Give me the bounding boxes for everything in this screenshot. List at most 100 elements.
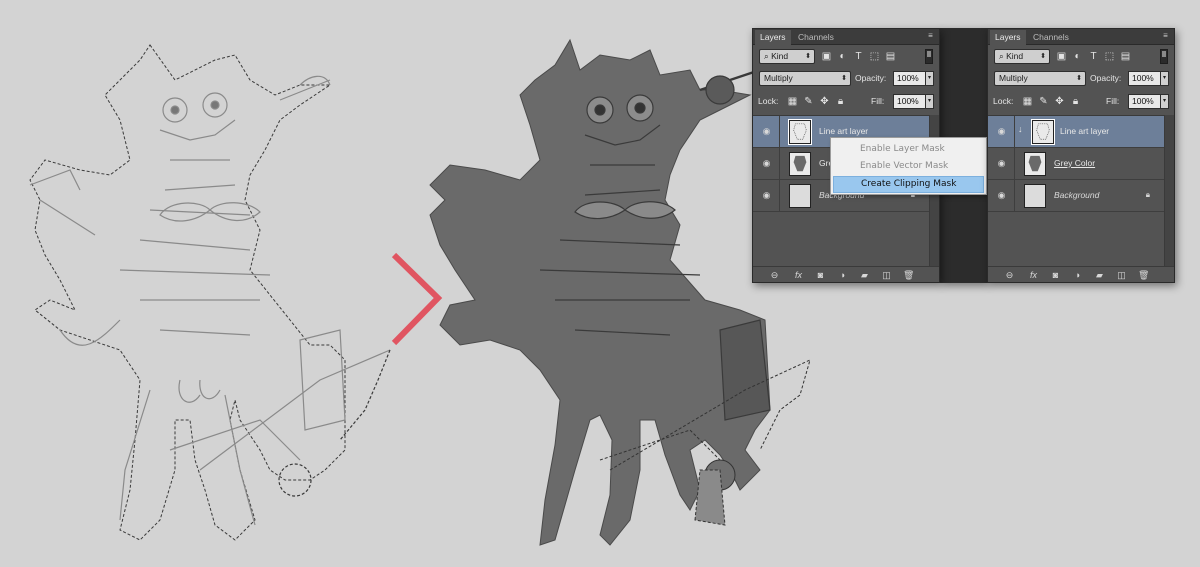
adjustment-layer-icon[interactable]: ◑ xyxy=(1072,270,1083,280)
new-layer-icon[interactable]: ◫ xyxy=(1116,270,1127,280)
image-filter-icon[interactable]: ▣ xyxy=(821,51,832,62)
filter-toggle[interactable] xyxy=(925,49,933,64)
panel-menu-icon[interactable]: ≡ xyxy=(926,32,935,40)
fill-field[interactable]: 100% xyxy=(1128,94,1161,109)
fill-dropdown-icon[interactable]: ▾ xyxy=(1160,94,1169,109)
shape-filter-icon[interactable]: ⬚ xyxy=(869,51,880,62)
layers-scrollbar[interactable] xyxy=(1164,115,1174,267)
lock-icon: 🔒︎ xyxy=(1145,190,1150,199)
layer-name: Grey Color xyxy=(1054,158,1096,168)
link-layers-icon[interactable]: ⊖ xyxy=(769,270,780,280)
panel-tabbar: Layers Channels ≡ xyxy=(988,29,1174,45)
blend-row: Multiply ⬍ Opacity: 100% ▾ xyxy=(753,71,939,87)
menu-item-create-clipping-mask[interactable]: Create Clipping Mask xyxy=(833,176,984,193)
lock-image-icon[interactable]: ✎ xyxy=(1038,96,1049,107)
fill-label: Fill: xyxy=(871,96,885,106)
layer-context-menu: Enable Layer Mask Enable Vector Mask Cre… xyxy=(830,137,987,195)
sketch-figure xyxy=(29,44,391,541)
opacity-field[interactable]: 100% xyxy=(1128,71,1161,86)
filter-kind-label: Kind xyxy=(1006,51,1024,61)
fx-icon[interactable]: fx xyxy=(1028,270,1039,280)
layer-thumbnail xyxy=(789,152,811,176)
tab-layers[interactable]: Layers xyxy=(755,30,791,45)
lock-transparent-icon[interactable]: ▦ xyxy=(787,96,798,107)
shape-filter-icon[interactable]: ⬚ xyxy=(1104,51,1115,62)
layer-name: Line art layer xyxy=(819,126,869,136)
opacity-dropdown-icon[interactable]: ▾ xyxy=(925,71,934,86)
clipping-arrow-icon: ↓ xyxy=(1018,124,1023,134)
blend-mode-select[interactable]: Multiply ⬍ xyxy=(994,71,1086,86)
type-filter-icon[interactable]: T xyxy=(853,51,864,62)
lock-row: Lock: ▦ ✎ ✥ 🔒︎ Fill: 100% ▾ xyxy=(753,94,939,110)
adjustment-filter-icon[interactable]: ◐ xyxy=(1072,51,1083,62)
adjustment-layer-icon[interactable]: ◑ xyxy=(837,270,848,280)
opacity-field[interactable]: 100% xyxy=(893,71,926,86)
layer-row-grey-color[interactable]: ◉ Grey Color xyxy=(988,148,1164,180)
layers-panel-after: Layers Channels ≡ ⌕ Kind ⬍ ▣ ◐ T ⬚ ▤ Mul… xyxy=(987,28,1175,283)
link-layers-icon[interactable]: ⊖ xyxy=(1004,270,1015,280)
visibility-eye-icon[interactable]: ◉ xyxy=(761,159,772,168)
tab-layers[interactable]: Layers xyxy=(990,30,1026,45)
panel-menu-icon[interactable]: ≡ xyxy=(1161,32,1170,40)
filter-kind-select[interactable]: ⌕ Kind ⬍ xyxy=(994,49,1050,64)
blend-row: Multiply ⬍ Opacity: 100% ▾ xyxy=(988,71,1174,87)
divider xyxy=(1014,148,1015,179)
chevron-updown-icon: ⬍ xyxy=(1040,53,1046,60)
new-layer-icon[interactable]: ◫ xyxy=(881,270,892,280)
layer-thumbnail xyxy=(788,119,812,145)
lock-row: Lock: ▦ ✎ ✥ 🔒︎ Fill: 100% ▾ xyxy=(988,94,1174,110)
filter-row: ⌕ Kind ⬍ ▣ ◐ T ⬚ ▤ xyxy=(753,49,939,65)
fill-field[interactable]: 100% xyxy=(893,94,926,109)
visibility-eye-icon[interactable]: ◉ xyxy=(761,191,772,200)
fx-icon[interactable]: fx xyxy=(793,270,804,280)
lock-position-icon[interactable]: ✥ xyxy=(1054,96,1065,107)
panel-tabbar: Layers Channels ≡ xyxy=(753,29,939,45)
add-mask-icon[interactable]: ◙ xyxy=(815,270,826,280)
fill-dropdown-icon[interactable]: ▾ xyxy=(925,94,934,109)
layer-thumbnail xyxy=(1024,184,1046,208)
lock-transparent-icon[interactable]: ▦ xyxy=(1022,96,1033,107)
trash-icon[interactable]: 🗑︎ xyxy=(903,270,914,280)
divider xyxy=(779,148,780,179)
tab-channels[interactable]: Channels xyxy=(793,30,839,45)
layer-row-background[interactable]: ◉ Background 🔒︎ xyxy=(988,180,1164,212)
image-filter-icon[interactable]: ▣ xyxy=(1056,51,1067,62)
add-mask-icon[interactable]: ◙ xyxy=(1050,270,1061,280)
lock-all-icon[interactable]: 🔒︎ xyxy=(835,96,846,107)
smart-object-filter-icon[interactable]: ▤ xyxy=(1120,51,1131,62)
chevron-updown-icon: ⬍ xyxy=(805,53,811,60)
smart-object-filter-icon[interactable]: ▤ xyxy=(885,51,896,62)
panel-footer: ⊖ fx ◙ ◑ ▰ ◫ 🗑︎ xyxy=(988,266,1174,282)
menu-item-enable-layer-mask[interactable]: Enable Layer Mask xyxy=(833,141,984,158)
lock-position-icon[interactable]: ✥ xyxy=(819,96,830,107)
type-filter-icon[interactable]: T xyxy=(1088,51,1099,62)
adjustment-filter-icon[interactable]: ◐ xyxy=(837,51,848,62)
menu-item-enable-vector-mask[interactable]: Enable Vector Mask xyxy=(833,158,984,175)
filter-kind-select[interactable]: ⌕ Kind ⬍ xyxy=(759,49,815,64)
visibility-eye-icon[interactable]: ◉ xyxy=(996,191,1007,200)
filter-toggle[interactable] xyxy=(1160,49,1168,64)
divider xyxy=(779,116,780,147)
layer-row-line-art[interactable]: ◉ ↓ Line art layer xyxy=(988,116,1164,148)
visibility-eye-icon[interactable]: ◉ xyxy=(996,127,1007,136)
chevron-updown-icon: ⬍ xyxy=(1076,75,1082,82)
filter-row: ⌕ Kind ⬍ ▣ ◐ T ⬚ ▤ xyxy=(988,49,1174,65)
new-group-icon[interactable]: ▰ xyxy=(859,270,870,280)
opacity-label: Opacity: xyxy=(855,73,887,83)
layer-name: Background xyxy=(1054,190,1100,200)
new-group-icon[interactable]: ▰ xyxy=(1094,270,1105,280)
tab-channels[interactable]: Channels xyxy=(1028,30,1074,45)
panel-footer: ⊖ fx ◙ ◑ ▰ ◫ 🗑︎ xyxy=(753,266,939,282)
layer-thumbnail xyxy=(1024,152,1046,176)
opacity-dropdown-icon[interactable]: ▾ xyxy=(1160,71,1169,86)
trash-icon[interactable]: 🗑︎ xyxy=(1138,270,1149,280)
lock-all-icon[interactable]: 🔒︎ xyxy=(1070,96,1081,107)
visibility-eye-icon[interactable]: ◉ xyxy=(761,127,772,136)
lock-image-icon[interactable]: ✎ xyxy=(803,96,814,107)
arrow-chevron-1 xyxy=(391,252,443,346)
lock-label: Lock: xyxy=(758,96,779,106)
layer-thumbnail xyxy=(789,184,811,208)
layers-list: ◉ ↓ Line art layer ◉ Grey Color ◉ Backgr… xyxy=(988,115,1164,267)
visibility-eye-icon[interactable]: ◉ xyxy=(996,159,1007,168)
blend-mode-select[interactable]: Multiply ⬍ xyxy=(759,71,851,86)
